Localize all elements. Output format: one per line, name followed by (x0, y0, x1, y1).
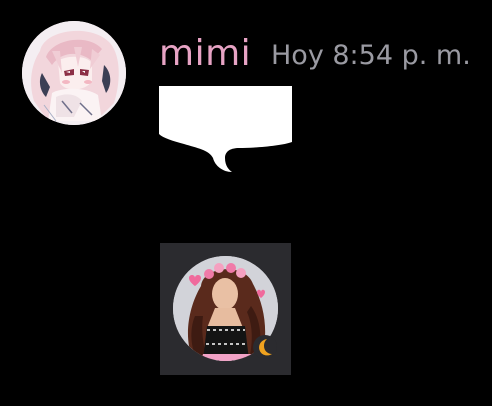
username[interactable]: mimi (159, 33, 251, 75)
moon-icon (253, 335, 277, 359)
image-attachment[interactable] (160, 243, 291, 375)
user-avatar[interactable] (22, 21, 126, 125)
speech-bubble-sticker (159, 86, 292, 172)
anime-avatar-illustration (22, 21, 126, 125)
message-timestamp: Hoy 8:54 p. m. (271, 40, 471, 71)
